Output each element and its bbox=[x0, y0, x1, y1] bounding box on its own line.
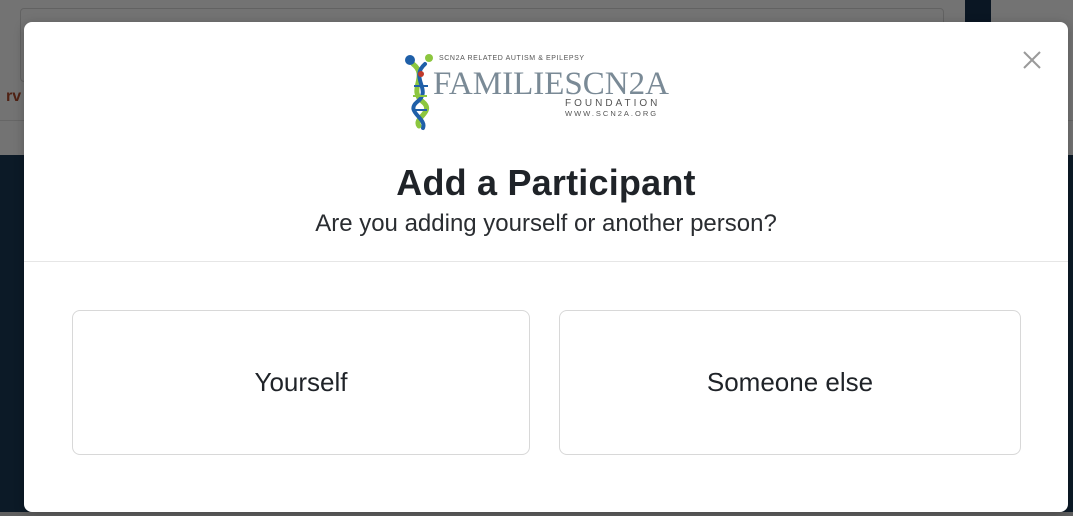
modal-divider bbox=[24, 261, 1068, 262]
someone-else-option-label: Someone else bbox=[706, 367, 874, 397]
logo-tagline: SCN2A RELATED AUTISM & EPILEPSY bbox=[439, 55, 585, 62]
organization-logo: SCN2A RELATED AUTISM & EPILEPSY FAMILIES… bbox=[399, 34, 691, 142]
modal-subtitle: Are you adding yourself or another perso… bbox=[315, 210, 777, 237]
close-button[interactable] bbox=[1020, 48, 1044, 72]
yourself-option-label: Yourself bbox=[254, 367, 348, 397]
add-participant-modal: SCN2A RELATED AUTISM & EPILEPSY FAMILIES… bbox=[24, 22, 1068, 512]
logo-graphic: SCN2A RELATED AUTISM & EPILEPSY FAMILIES… bbox=[405, 54, 669, 130]
logo-foundation: FOUNDATION bbox=[565, 98, 660, 109]
yourself-option-button[interactable]: Yourself bbox=[72, 310, 530, 455]
modal-title: Add a Participant bbox=[396, 162, 696, 203]
close-icon bbox=[1023, 51, 1041, 69]
logo-brand: FAMILIESCN2A bbox=[433, 66, 669, 102]
someone-else-option-button[interactable]: Someone else bbox=[559, 310, 1021, 455]
logo-url: WWW.SCN2A.ORG bbox=[565, 109, 658, 118]
